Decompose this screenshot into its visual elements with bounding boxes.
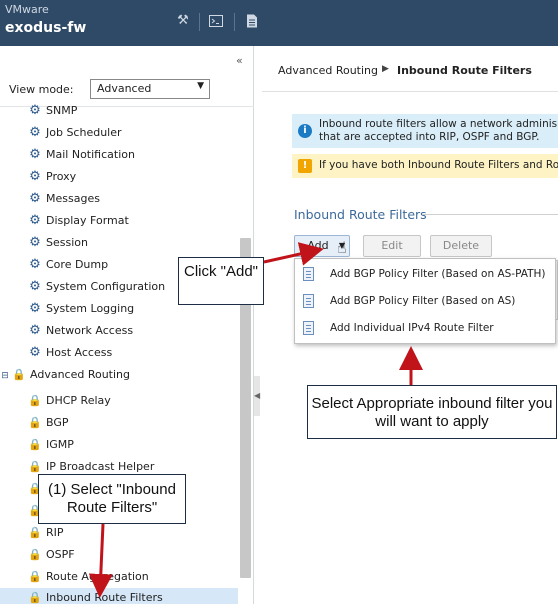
routing-icon: 🔒 [12, 368, 26, 381]
divider [262, 91, 558, 92]
document-icon [303, 294, 314, 308]
panel-splitter-handle[interactable]: ◀ [254, 376, 260, 416]
gear-icon: ⚙ [29, 301, 41, 316]
info-text-line-2: that are accepted into RIP, OSPF and BGP… [319, 131, 540, 143]
collapse-toggle-icon[interactable]: ⊟ [0, 366, 10, 386]
header-divider [199, 13, 200, 31]
gear-icon: ⚙ [29, 103, 41, 118]
gear-icon: ⚙ [29, 345, 41, 360]
routing-icon: 🔒 [28, 394, 42, 407]
content-panel: Advanced Routing ▶ Inbound Route Filters… [262, 46, 558, 604]
nav-item-snmp[interactable]: ⚙ SNMP [28, 101, 77, 121]
nav-item-system-configuration[interactable]: ⚙ System Configuration [28, 277, 165, 297]
info-icon: i [298, 124, 312, 138]
routing-icon: 🔒 [28, 591, 42, 604]
gear-icon: ⚙ [29, 191, 41, 206]
add-dropdown-menu: Add BGP Policy Filter (Based on AS-PATH)… [294, 258, 556, 344]
nav-item-igmp[interactable]: 🔒 IGMP [28, 435, 74, 455]
gear-icon: ⚙ [29, 235, 41, 250]
nav-item-mail-notification[interactable]: ⚙ Mail Notification [28, 145, 135, 165]
delete-button[interactable]: Delete [430, 235, 492, 257]
breadcrumb-root[interactable]: Advanced Routing [278, 64, 378, 77]
nav-item-inbound-route-filters[interactable]: 🔒 Inbound Route Filters [0, 588, 238, 604]
menu-item-bgp-as-path[interactable]: Add BGP Policy Filter (Based on AS-PATH) [295, 261, 555, 287]
chevron-down-icon: ▼ [197, 81, 204, 91]
nav-item-proxy[interactable]: ⚙ Proxy [28, 167, 76, 187]
nav-item-host-access[interactable]: ⚙ Host Access [28, 343, 112, 363]
brand-label: VMware [5, 3, 49, 16]
warning-text: If you have both Inbound Route Filters a… [319, 159, 558, 171]
breadcrumb-current: Inbound Route Filters [397, 64, 532, 77]
view-mode-label: View mode: [9, 83, 74, 96]
callout-select-filter: Select Appropriate inbound filter you wi… [307, 385, 557, 439]
breadcrumb-separator-icon: ▶ [382, 64, 389, 74]
view-mode-value: Advanced [97, 82, 152, 95]
gear-icon: ⚙ [29, 213, 41, 228]
gear-icon: ⚙ [29, 323, 41, 338]
device-title: exodus-fw [5, 20, 87, 36]
document-icon[interactable] [245, 14, 259, 28]
nav-item-job-scheduler[interactable]: ⚙ Job Scheduler [28, 123, 121, 143]
nav-group-advanced-routing[interactable]: ⊟ 🔒 Advanced Routing [0, 365, 130, 385]
document-icon [303, 267, 314, 281]
routing-icon: 🔒 [28, 548, 42, 561]
nav-item-system-logging[interactable]: ⚙ System Logging [28, 299, 134, 319]
section-title: Inbound Route Filters [294, 207, 427, 222]
gear-icon: ⚙ [29, 169, 41, 184]
collapse-panel-icon[interactable]: « [236, 54, 243, 67]
gear-icon: ⚙ [29, 279, 41, 294]
nav-item-ospf[interactable]: 🔒 OSPF [28, 545, 74, 565]
nav-item-bgp[interactable]: 🔒 BGP [28, 413, 68, 433]
routing-icon: 🔒 [28, 570, 42, 583]
mouse-pointer-icon: ☝ [337, 238, 347, 257]
nav-item-messages[interactable]: ⚙ Messages [28, 189, 100, 209]
gear-icon: ⚙ [29, 257, 41, 272]
document-icon [303, 321, 314, 335]
menu-item-bgp-as[interactable]: Add BGP Policy Filter (Based on AS) [295, 288, 555, 314]
nav-item-route-aggregation[interactable]: 🔒 Route Aggregation [28, 567, 149, 587]
warning-icon: ! [298, 159, 312, 173]
nav-item-display-format[interactable]: ⚙ Display Format [28, 211, 129, 231]
callout-select-inbound: (1) Select "Inbound Route Filters" [38, 474, 186, 524]
app-header: VMware exodus-fw ⚒ [0, 0, 558, 46]
terminal-icon[interactable] [209, 14, 223, 28]
warning-banner: ! If you have both Inbound Route Filters… [292, 154, 558, 178]
view-mode-select[interactable]: Advanced ▼ [90, 79, 210, 99]
menu-item-ipv4-route-filter[interactable]: Add Individual IPv4 Route Filter [295, 315, 555, 341]
callout-click-add: Click "Add" [178, 257, 264, 305]
gear-icon: ⚙ [29, 125, 41, 140]
edit-button[interactable]: Edit [363, 235, 421, 257]
info-text-line-1: Inbound route filters allow a network ad… [319, 118, 558, 130]
nav-item-rip[interactable]: 🔒 RIP [28, 523, 63, 543]
nav-item-network-access[interactable]: ⚙ Network Access [28, 321, 133, 341]
nav-item-core-dump[interactable]: ⚙ Core Dump [28, 255, 108, 275]
nav-item-session[interactable]: ⚙ Session [28, 233, 88, 253]
divider [422, 214, 558, 215]
wrench-icon[interactable]: ⚒ [176, 14, 190, 28]
routing-icon: 🔒 [28, 438, 42, 451]
nav-item-dhcp-relay[interactable]: 🔒 DHCP Relay [28, 391, 111, 411]
gear-icon: ⚙ [29, 147, 41, 162]
routing-icon: 🔒 [28, 526, 42, 539]
routing-icon: 🔒 [28, 416, 42, 429]
info-banner: i Inbound route filters allow a network … [292, 114, 558, 148]
header-divider [234, 13, 235, 31]
